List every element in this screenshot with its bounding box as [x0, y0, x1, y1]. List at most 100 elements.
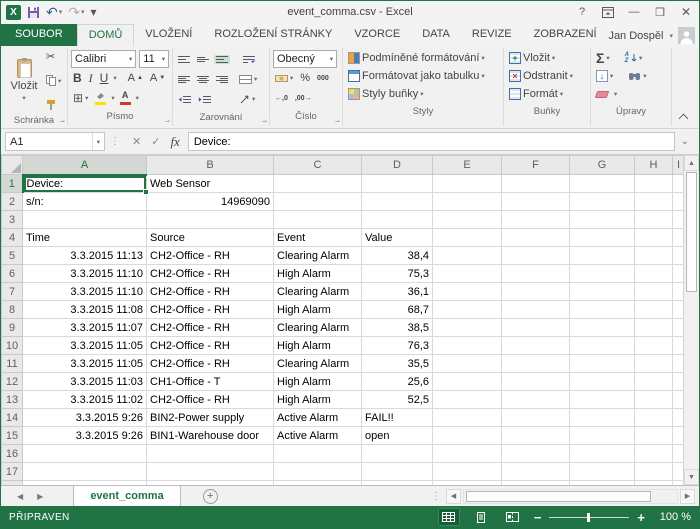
ribbon-display-options-icon[interactable]: [595, 1, 621, 23]
decrease-indent-icon[interactable]: [176, 95, 193, 104]
new-sheet-icon[interactable]: +: [203, 489, 218, 504]
scroll-left-icon[interactable]: ◀: [446, 489, 461, 504]
insert-function-icon[interactable]: fx: [170, 134, 179, 150]
cell-B6[interactable]: CH2-Office - RH: [147, 265, 274, 283]
zoom-slider-handle[interactable]: [587, 513, 590, 522]
increase-decimal-icon[interactable]: ←,0: [273, 95, 290, 102]
decrease-font-size-icon[interactable]: A▼: [148, 72, 167, 84]
minimize-icon[interactable]: —: [621, 1, 647, 23]
cell-A12[interactable]: 3.3.2015 11:03: [23, 373, 147, 391]
cell-A9[interactable]: 3.3.2015 11:07: [23, 319, 147, 337]
cell-F14[interactable]: [502, 409, 570, 427]
cell-B13[interactable]: CH2-Office - RH: [147, 391, 274, 409]
cell-E14[interactable]: [433, 409, 502, 427]
cell-G8[interactable]: [570, 301, 635, 319]
sheet-tab-event-comma[interactable]: event_comma: [73, 486, 180, 506]
cell-F2[interactable]: [502, 193, 570, 211]
cell-C3[interactable]: [274, 211, 362, 229]
help-icon[interactable]: ?: [569, 1, 595, 23]
undo-icon[interactable]: ↶▾: [46, 7, 62, 17]
zoom-in-icon[interactable]: +: [637, 511, 645, 524]
cell-H8[interactable]: [635, 301, 673, 319]
underline-button[interactable]: U: [98, 71, 111, 85]
cell-C4[interactable]: Event: [274, 229, 362, 247]
cell-D5[interactable]: 38,4: [362, 247, 433, 265]
delete-cells-button[interactable]: ×Odstranit▾: [507, 70, 575, 82]
row-header-6[interactable]: 6: [2, 265, 23, 283]
column-header-C[interactable]: C: [274, 156, 362, 175]
cell-C6[interactable]: High Alarm: [274, 265, 362, 283]
cell-B17[interactable]: [147, 463, 274, 481]
align-left-icon[interactable]: [176, 75, 192, 84]
cell-H6[interactable]: [635, 265, 673, 283]
cell-F11[interactable]: [502, 355, 570, 373]
cell-D3[interactable]: [362, 211, 433, 229]
cell-D12[interactable]: 25,6: [362, 373, 433, 391]
cell-B4[interactable]: Source: [147, 229, 274, 247]
cell-D1[interactable]: [362, 175, 433, 193]
row-header-7[interactable]: 7: [2, 283, 23, 301]
decrease-decimal-icon[interactable]: ,00→: [293, 95, 314, 102]
cell-styles-button[interactable]: Styly buňky▾: [346, 88, 426, 100]
cell-H13[interactable]: [635, 391, 673, 409]
cell-E7[interactable]: [433, 283, 502, 301]
cell-C12[interactable]: High Alarm: [274, 373, 362, 391]
find-select-icon[interactable]: ▾: [626, 71, 648, 81]
cell-G13[interactable]: [570, 391, 635, 409]
cell-E11[interactable]: [433, 355, 502, 373]
font-size-combo[interactable]: 11▾: [139, 50, 169, 68]
cell-B15[interactable]: BIN1-Warehouse door: [147, 427, 274, 445]
cell-H1[interactable]: [635, 175, 673, 193]
cell-E1[interactable]: [433, 175, 502, 193]
cell-A14[interactable]: 3.3.2015 9:26: [23, 409, 147, 427]
cell-C10[interactable]: High Alarm: [274, 337, 362, 355]
row-header-18[interactable]: 18: [2, 481, 23, 486]
align-top-icon[interactable]: [176, 55, 192, 64]
cell-A8[interactable]: 3.3.2015 11:08: [23, 301, 147, 319]
ribbon-tab-vlozeni[interactable]: VLOŽENÍ: [134, 24, 203, 46]
user-menu-chevron-icon[interactable]: ▾: [669, 32, 673, 40]
cell-G17[interactable]: [570, 463, 635, 481]
row-header-3[interactable]: 3: [2, 211, 23, 229]
cell-E15[interactable]: [433, 427, 502, 445]
orientation-icon[interactable]: ▾: [238, 95, 257, 104]
page-layout-view-icon[interactable]: [470, 508, 492, 526]
cell-A5[interactable]: 3.3.2015 11:13: [23, 247, 147, 265]
cell-E4[interactable]: [433, 229, 502, 247]
cell-B3[interactable]: [147, 211, 274, 229]
horizontal-scroll-track[interactable]: [463, 489, 678, 504]
cell-H4[interactable]: [635, 229, 673, 247]
row-header-2[interactable]: 2: [2, 193, 23, 211]
cell-C14[interactable]: Active Alarm: [274, 409, 362, 427]
cell-A4[interactable]: Time: [23, 229, 147, 247]
cell-D9[interactable]: 38,5: [362, 319, 433, 337]
italic-button[interactable]: I: [87, 71, 95, 86]
cell-D8[interactable]: 68,7: [362, 301, 433, 319]
cell-E10[interactable]: [433, 337, 502, 355]
cell-H11[interactable]: [635, 355, 673, 373]
cell-G16[interactable]: [570, 445, 635, 463]
cell-A18[interactable]: [23, 481, 147, 486]
expand-formula-bar-icon[interactable]: ⌄: [675, 136, 695, 147]
number-dialog-launcher-icon[interactable]: ⌐: [335, 117, 340, 126]
formula-bar-grip[interactable]: ⋮: [105, 136, 124, 147]
format-cells-button[interactable]: Formát▾: [507, 88, 565, 100]
cell-B1[interactable]: Web Sensor: [147, 175, 274, 193]
cell-F17[interactable]: [502, 463, 570, 481]
cell-F12[interactable]: [502, 373, 570, 391]
cell-A7[interactable]: 3.3.2015 11:10: [23, 283, 147, 301]
row-header-11[interactable]: 11: [2, 355, 23, 373]
cell-C15[interactable]: Active Alarm: [274, 427, 362, 445]
fill-icon[interactable]: ↓▾: [594, 70, 615, 82]
cell-A10[interactable]: 3.3.2015 11:05: [23, 337, 147, 355]
cell-C7[interactable]: Clearing Alarm: [274, 283, 362, 301]
vertical-scroll-thumb[interactable]: [686, 172, 697, 292]
cell-B11[interactable]: CH2-Office - RH: [147, 355, 274, 373]
maximize-icon[interactable]: ❐: [647, 1, 673, 23]
name-box[interactable]: A1 ▾: [5, 132, 105, 151]
cell-E9[interactable]: [433, 319, 502, 337]
cell-D13[interactable]: 52,5: [362, 391, 433, 409]
clipboard-dialog-launcher-icon[interactable]: ⌐: [60, 117, 65, 126]
collapse-ribbon-icon[interactable]: [679, 114, 689, 124]
cell-C2[interactable]: [274, 193, 362, 211]
